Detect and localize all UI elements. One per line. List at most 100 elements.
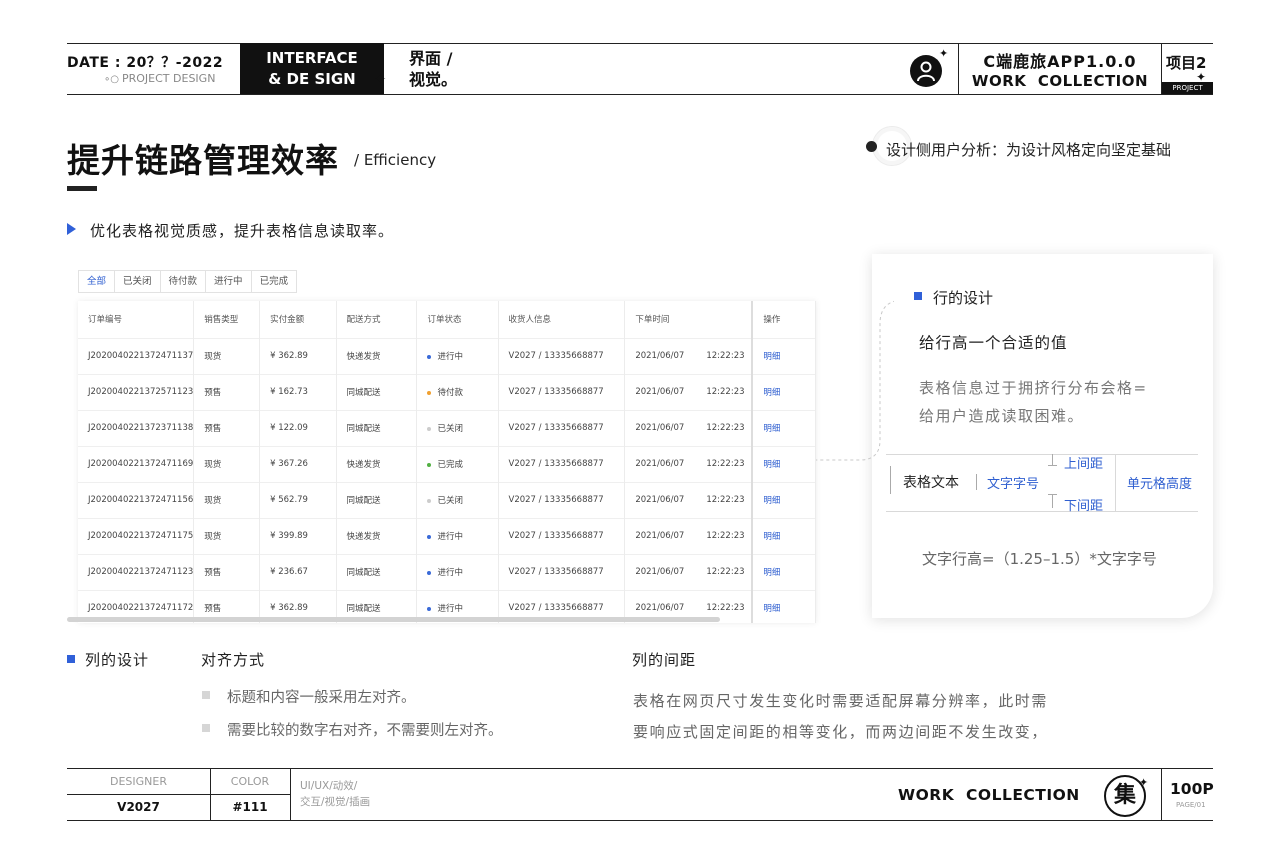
alignment-title: 对齐方式	[201, 651, 266, 669]
gray-bullet-icon	[202, 724, 210, 732]
status-cell: 进行中	[416, 337, 499, 374]
tab-in-progress[interactable]: 进行中	[205, 270, 252, 293]
status-dot-icon	[427, 462, 432, 467]
detail-link[interactable]: 明细	[751, 409, 816, 446]
project-design-label: ∘○ PROJECT DESIGN	[104, 72, 216, 85]
table-row: J2020040221372471123 预售 ¥ 236.67 同城配送 进行中 V20…	[78, 553, 816, 590]
status-dot-icon	[427, 498, 432, 503]
footer-divider	[1161, 768, 1162, 820]
header-divider	[958, 43, 959, 94]
footer-work-collection: WORK COLLECTION	[898, 786, 1080, 804]
col-header-actions: 操作	[751, 301, 816, 338]
footer-bottom-rule	[67, 820, 1213, 821]
tab-all[interactable]: 全部	[78, 270, 116, 293]
order-id-cell: J2020040221372471156	[78, 481, 195, 518]
sparkle-icon: ✦	[1139, 776, 1149, 789]
status-dot-icon	[427, 390, 432, 395]
sale-type-cell: 现货	[193, 517, 261, 554]
detail-link[interactable]: 明细	[751, 481, 816, 518]
ibeam-icon	[1052, 494, 1053, 508]
order-id-cell: J2020040221372471169	[78, 445, 195, 482]
alignment-rule-2: 需要比较的数字右对齐，不需要则左对齐。	[227, 723, 503, 739]
order-time-cell: 2021/06/07 12:22:23	[624, 337, 753, 374]
row-design-description: 表格信息过于拥挤行分布会格= 给用户造成读取困难。	[919, 379, 1148, 425]
gray-bullet-icon	[202, 691, 210, 699]
date-label: DATE : 20？？-2022	[67, 55, 224, 71]
order-id-cell: J2020040221372471175	[78, 517, 195, 554]
table-header-row: 订单编号 销售类型 实付金额 配送方式 订单状态 收货人信息 下单时间 操作	[78, 301, 816, 338]
shipping-cell: 同城配送	[336, 553, 418, 590]
analysis-note: 设计侧用户分析：为设计风格定向坚定基础	[886, 141, 1172, 159]
order-time-cell: 2021/06/07 12:22:23	[624, 373, 753, 410]
square-bullet-icon	[67, 655, 75, 663]
discipline-tags: UI/UX/动效/ 交互/视觉/插画	[300, 780, 371, 808]
amount-cell: ¥ 162.73	[259, 373, 337, 410]
detail-link[interactable]: 明细	[751, 589, 816, 623]
page-count: 100P	[1170, 780, 1214, 798]
col-header-receiver: 收货人信息	[498, 301, 626, 338]
detail-link[interactable]: 明细	[751, 337, 816, 374]
status-cell: 已关闭	[416, 409, 499, 446]
order-id-cell: J2020040221372371138	[78, 409, 195, 446]
project-tag: PROJECT	[1162, 82, 1213, 94]
detail-link[interactable]: 明细	[751, 517, 816, 554]
cell-height-label: 单元格高度	[1127, 477, 1193, 492]
status-cell: 待付款	[416, 373, 499, 410]
status-dot-icon	[427, 426, 432, 431]
column-spacing-description: 表格在网页尺寸发生变化时需要适配屏幕分辨率，此时需 要响应式固定间距的相等变化，…	[633, 692, 1049, 741]
tab-pending-payment[interactable]: 待付款	[159, 270, 207, 293]
tab-completed[interactable]: 已完成	[250, 270, 298, 293]
page-title: 提升链路管理效率	[67, 141, 339, 180]
status-cell: 进行中	[416, 517, 499, 554]
footer-top-rule	[67, 768, 1213, 769]
font-size-label: 文字字号	[987, 477, 1040, 492]
detail-link[interactable]: 明细	[751, 553, 816, 590]
cell-divider	[1115, 454, 1116, 511]
detail-link[interactable]: 明细	[751, 373, 816, 410]
amount-cell: ¥ 236.67	[259, 553, 337, 590]
horizontal-scrollbar[interactable]	[67, 617, 720, 622]
top-spacing-label: 上间距	[1064, 457, 1104, 472]
app-name: C端鹿旅APP1.0.0	[983, 52, 1137, 71]
col-header-shipping: 配送方式	[336, 301, 418, 338]
status-cell: 已关闭	[416, 481, 499, 518]
shipping-cell: 同城配送	[336, 481, 418, 518]
status-dot-icon	[427, 606, 432, 611]
order-time-cell: 2021/06/07 12:22:23	[624, 481, 753, 518]
shipping-cell: 同城配送	[336, 373, 418, 410]
detail-link[interactable]: 明细	[751, 445, 816, 482]
orders-table-container: 订单编号 销售类型 实付金额 配送方式 订单状态 收货人信息 下单时间 操作 J…	[78, 301, 816, 623]
page-subtitle: / Efficiency	[354, 151, 437, 169]
row-design-subheading: 给行高一个合适的值	[919, 334, 1068, 352]
status-cell: 已完成	[416, 445, 499, 482]
ibeam-icon	[1048, 465, 1057, 466]
order-time-cell: 2021/06/07 12:22:23	[624, 517, 753, 554]
tab-closed[interactable]: 已关闭	[114, 270, 161, 293]
designer-value: V2027	[117, 800, 160, 814]
order-id-cell: J2020040221372571123	[78, 373, 195, 410]
receiver-cell: V2027 / 13335668877	[498, 409, 626, 446]
cell-top-line	[886, 454, 1198, 455]
color-label: COLOR	[230, 775, 270, 788]
sale-type-cell: 预售	[193, 553, 261, 590]
work-collection-title: WORK COLLECTION	[971, 72, 1149, 90]
column-design-title: 列的设计	[85, 651, 150, 669]
amount-cell: ¥ 367.26	[259, 445, 337, 482]
receiver-cell: V2027 / 13335668877	[498, 481, 626, 518]
sparkle-icon: ✦	[374, 70, 387, 88]
sale-type-cell: 预售	[193, 373, 261, 410]
footer-divider	[290, 768, 291, 820]
line-height-formula: 文字行高=（1.25–1.5）*文字字号	[922, 550, 1157, 568]
col-header-order-time: 下单时间	[624, 301, 753, 338]
table-row: J2020040221372371138 预售 ¥ 122.09 同城配送 已关闭 V20…	[78, 409, 816, 446]
sale-type-cell: 预售	[193, 409, 261, 446]
designer-label: DESIGNER	[110, 775, 167, 788]
amount-cell: ¥ 362.89	[259, 337, 337, 374]
status-cell: 进行中	[416, 553, 499, 590]
shipping-cell: 快递发货	[336, 337, 418, 374]
table-text-label: 表格文本	[903, 475, 959, 491]
receiver-cell: V2027 / 13335668877	[498, 553, 626, 590]
sale-type-cell: 现货	[193, 481, 261, 518]
ibeam-icon	[976, 474, 977, 490]
status-tabs: 全部 已关闭 待付款 进行中 已完成	[78, 270, 298, 293]
